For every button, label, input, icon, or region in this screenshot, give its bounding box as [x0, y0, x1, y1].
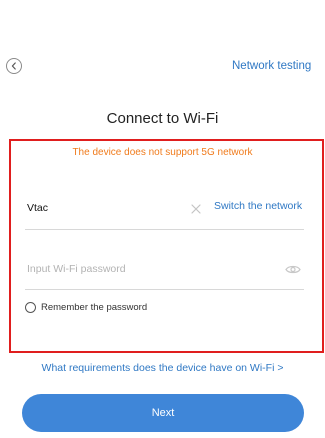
password-divider — [25, 289, 304, 290]
wifi-ssid: Vtac — [27, 202, 49, 214]
highlight-frame — [9, 139, 324, 353]
next-button[interactable]: Next — [22, 394, 304, 432]
eye-icon[interactable] — [285, 264, 301, 275]
network-testing-link[interactable]: Network testing — [232, 58, 325, 74]
close-icon[interactable] — [190, 203, 202, 215]
remember-radio[interactable] — [25, 302, 36, 313]
remember-label: Remember the password — [41, 302, 148, 313]
wifi-requirements-link[interactable]: What requirements does the device have o… — [0, 362, 325, 374]
page-title: Connect to Wi-Fi — [106, 110, 219, 127]
chevron-left-icon — [11, 62, 16, 70]
remember-password-option[interactable]: Remember the password — [25, 302, 147, 313]
5g-warning-text: The device does not support 5G network — [72, 147, 253, 158]
ssid-divider — [25, 229, 304, 230]
back-button[interactable] — [6, 58, 22, 74]
password-field[interactable] — [25, 260, 269, 278]
connect-wifi-screen: Network testing Connect to Wi-Fi The dev… — [0, 0, 325, 438]
switch-network-link[interactable]: Switch the network — [214, 200, 302, 212]
